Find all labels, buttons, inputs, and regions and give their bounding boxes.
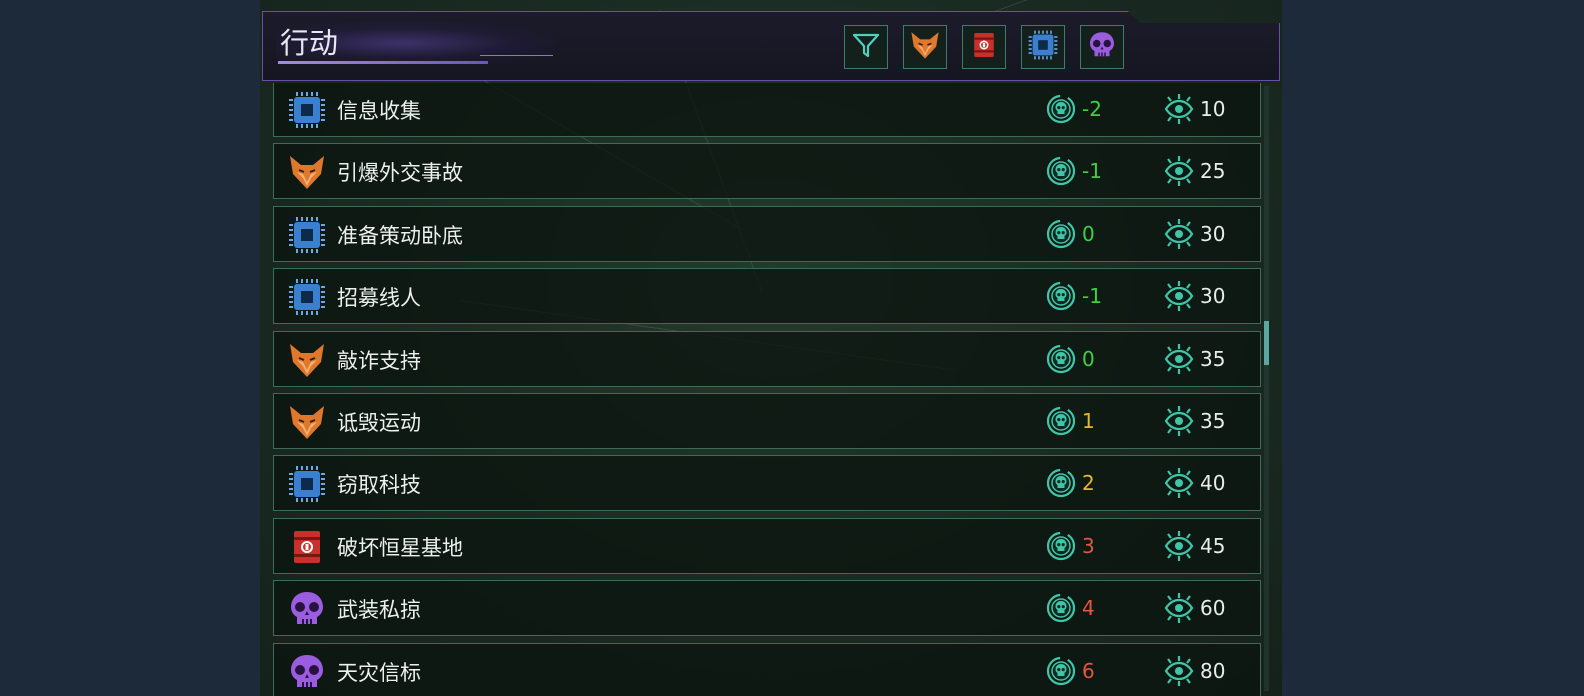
fox-icon [287,340,327,380]
filter-sabotage-button[interactable] [962,25,1006,69]
filter-all-button[interactable] [844,25,888,69]
cost-value: 35 [1200,346,1226,371]
risk-value: 3 [1082,533,1095,558]
risk-skull-icon [1045,218,1077,250]
cost-eye-icon [1162,466,1196,500]
risk-value: 1 [1082,409,1095,433]
risk-value: 0 [1082,221,1095,246]
risk-skull-icon [1045,343,1077,375]
risk-skull-icon [1045,592,1077,624]
filter-skull-button[interactable] [1080,25,1124,69]
cost-value: 60 [1200,596,1226,621]
action-name: 破坏恒星基地 [337,535,463,560]
cost-eye-icon [1162,404,1196,438]
risk-value: 6 [1082,658,1095,683]
action-name: 武装私掠 [337,598,421,623]
skull-icon [287,589,327,629]
cost-eye-icon [1162,591,1196,625]
risk-skull-icon [1045,280,1077,312]
action-row[interactable]: 窃取科技 2 40 [273,455,1261,512]
cost-eye-icon [1162,529,1196,563]
cost-value: 30 [1200,221,1226,246]
list-scrollbar[interactable] [1264,86,1269,691]
action-name: 引爆外交事故 [337,161,463,186]
action-row[interactable]: 信息收集 -2 10 [273,83,1261,137]
action-row[interactable]: 准备策动卧底 0 30 [273,205,1261,262]
action-name: 招募线人 [337,286,421,311]
cost-value: 30 [1200,284,1226,309]
cost-value: 40 [1200,471,1226,496]
cost-eye-icon [1162,154,1196,188]
action-name: 窃取科技 [337,473,421,498]
cost-value: 45 [1200,533,1226,558]
risk-skull-icon [1045,655,1077,687]
title-underline [278,61,488,64]
action-row[interactable]: 引爆外交事故 -1 25 [273,143,1261,200]
action-row[interactable]: 天灾信标 6 80 [273,642,1261,696]
action-name: 敲诈支持 [337,348,421,373]
cost-value: 25 [1200,159,1226,184]
filter-fox-button[interactable] [903,25,947,69]
cost-eye-icon [1162,342,1196,376]
title-underline-accent [480,55,553,56]
action-name: 天灾信标 [337,660,421,685]
fox-icon [287,402,327,442]
filter-toolbar [844,25,1124,69]
filter-tech-button[interactable] [1021,25,1065,69]
action-row[interactable]: 武装私掠 4 60 [273,580,1261,637]
risk-skull-icon [1045,155,1077,187]
cost-eye-icon [1162,654,1196,688]
action-name: 信息收集 [337,99,421,123]
chip-icon [1027,29,1059,65]
barrel-icon [969,30,999,64]
risk-value: 0 [1082,346,1095,371]
risk-value: -2 [1082,97,1102,121]
risk-value: 2 [1082,471,1095,496]
action-row[interactable]: 诋毁运动 1 35 [273,393,1261,449]
cost-eye-icon [1162,279,1196,313]
risk-value: -1 [1082,284,1102,309]
scrollbar-thumb[interactable] [1264,321,1269,365]
chip-icon [287,277,327,317]
cost-eye-icon [1162,92,1196,126]
action-row[interactable]: 破坏恒星基地 3 45 [273,517,1261,574]
funnel-icon [851,30,881,64]
action-name: 准备策动卧底 [337,223,463,248]
fox-icon [909,29,941,65]
risk-skull-icon [1045,405,1077,437]
cost-value: 80 [1200,658,1226,683]
action-row[interactable]: 招募线人 -1 30 [273,268,1261,325]
chip-icon [287,90,327,130]
chip-icon [287,215,327,255]
risk-skull-icon [1045,467,1077,499]
barrel-icon [287,527,327,567]
risk-value: 4 [1082,596,1095,621]
skull-icon [287,652,327,692]
cost-value: 35 [1200,409,1226,433]
action-list: 信息收集 -2 10 引爆外交事故 -1 25 准备策动卧底 0 30 招募线人 -1 30 敲诈支持 0… [273,83,1261,696]
cost-value: 10 [1200,97,1226,121]
action-row[interactable]: 敲诈支持 0 35 [273,330,1261,387]
risk-skull-icon [1045,530,1077,562]
risk-value: -1 [1082,159,1102,184]
skull-icon [1087,30,1117,64]
cost-eye-icon [1162,217,1196,251]
page-title: 行动 [280,26,339,60]
fox-icon [287,152,327,192]
action-name: 诋毁运动 [337,411,421,435]
chip-icon [287,464,327,504]
risk-skull-icon [1045,93,1077,125]
